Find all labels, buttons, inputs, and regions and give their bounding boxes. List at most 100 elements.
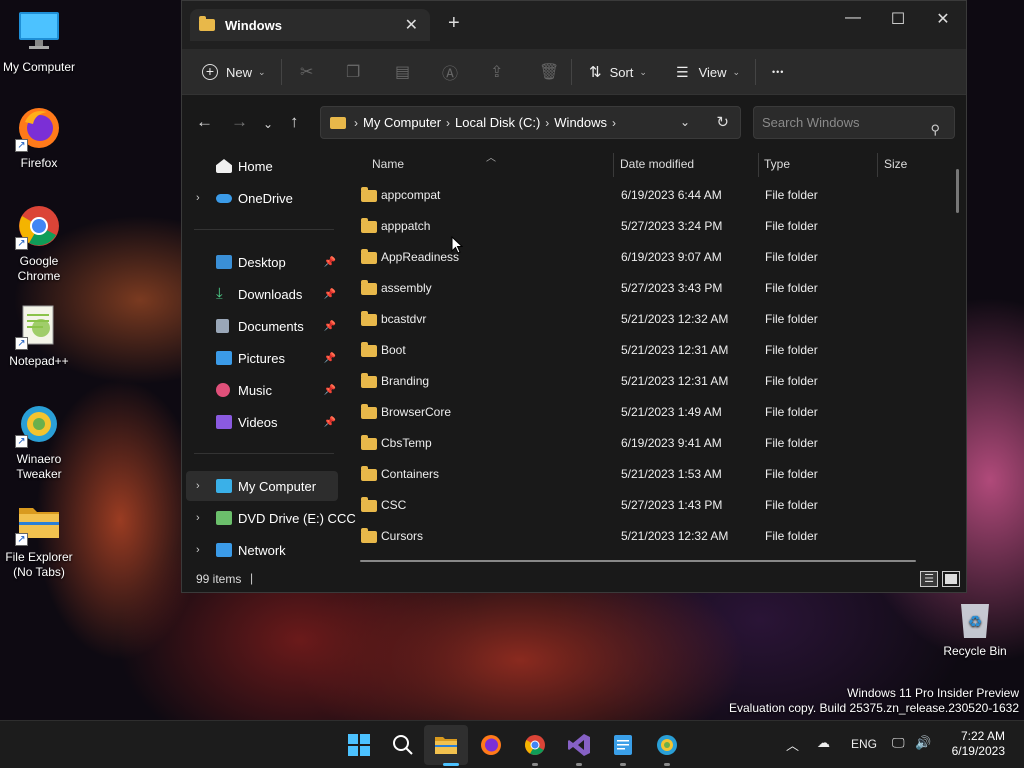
table-row[interactable]: CbsTemp 6/19/2023 9:41 AM File folder	[350, 428, 940, 459]
rename-icon[interactable]: Ⓐ	[442, 61, 458, 83]
search-box[interactable]: Search Windows ⚲	[753, 106, 955, 139]
taskbar-file-explorer[interactable]	[434, 733, 458, 757]
start-button[interactable]	[347, 733, 371, 757]
nav-item-downloads[interactable]: ⤓ Downloads 📌	[186, 279, 338, 309]
maximize-button[interactable]: ☐	[883, 9, 913, 29]
table-row[interactable]: Branding 5/21/2023 12:31 AM File folder	[350, 366, 940, 397]
column-divider[interactable]	[613, 153, 614, 177]
network-icon[interactable]: 🖵	[892, 735, 905, 751]
column-header-name[interactable]: Name	[372, 149, 404, 179]
chevron-right-icon[interactable]: ›	[196, 192, 200, 204]
column-header-size[interactable]: Size	[884, 149, 907, 179]
breadcrumb-local-disk[interactable]: Local Disk (C:)	[455, 115, 540, 130]
minimize-button[interactable]: —	[838, 9, 868, 27]
new-tab-button[interactable]: +	[448, 13, 460, 33]
language-indicator[interactable]: ENG	[851, 737, 877, 751]
file-name: CSC	[381, 498, 407, 512]
file-name: Containers	[381, 467, 440, 481]
nav-item-music[interactable]: Music 📌	[186, 375, 338, 405]
view-button[interactable]: ☰ View ⌄	[676, 61, 740, 83]
taskbar-chrome[interactable]	[523, 733, 547, 757]
pin-icon[interactable]: 📌	[324, 257, 336, 268]
horizontal-scrollbar[interactable]	[360, 560, 916, 562]
table-row[interactable]: CSC 5/27/2023 1:43 PM File folder	[350, 490, 940, 521]
folder-icon	[361, 435, 377, 450]
column-divider[interactable]	[877, 153, 878, 177]
forward-arrow-icon[interactable]: →	[231, 113, 248, 131]
svg-text:♻: ♻	[968, 614, 982, 631]
chevron-right-icon[interactable]: ›	[196, 512, 200, 524]
file-name: bcastdvr	[381, 312, 427, 326]
nav-item-desktop[interactable]: Desktop 📌	[186, 247, 338, 277]
table-row[interactable]: appcompat 6/19/2023 6:44 AM File folder	[350, 180, 940, 211]
search-icon[interactable]: ⚲	[930, 114, 940, 145]
close-button[interactable]: ✕	[928, 9, 958, 29]
table-row[interactable]: assembly 5/27/2023 3:43 PM File folder	[350, 273, 940, 304]
desktop-icon-winaero-tweaker[interactable]: ↗ Winaero Tweaker	[1, 400, 77, 482]
desktop-icon-chrome[interactable]: ↗ Google Chrome	[1, 202, 77, 284]
file-date-modified: 5/27/2023 3:24 PM	[621, 219, 723, 233]
show-hidden-icons-chevron-icon[interactable]: ︿	[786, 735, 799, 754]
desktop-icon-notepad-plus-plus[interactable]: ↗ Notepad++	[1, 302, 77, 369]
column-divider[interactable]	[758, 153, 759, 177]
address-dropdown-icon[interactable]: ⌄	[680, 115, 690, 129]
recent-locations-icon[interactable]: ⌄	[263, 115, 273, 133]
table-row[interactable]: Boot 5/21/2023 12:31 AM File folder	[350, 335, 940, 366]
breadcrumb-windows[interactable]: Windows	[554, 115, 607, 130]
desktop-icon-file-explorer-no-tabs[interactable]: ↗ File Explorer (No Tabs)	[1, 498, 77, 580]
see-more-button[interactable]: •••	[772, 61, 784, 83]
pin-icon[interactable]: 📌	[324, 353, 336, 364]
nav-item-pictures[interactable]: Pictures 📌	[186, 343, 338, 373]
nav-item-network[interactable]: › Network	[186, 535, 338, 565]
delete-icon[interactable]: 🗑	[539, 61, 559, 83]
desktop-icon-my-computer[interactable]: My Computer	[1, 8, 77, 75]
pin-icon[interactable]: 📌	[324, 321, 336, 332]
chevron-right-icon[interactable]: ›	[196, 544, 200, 556]
vertical-scrollbar[interactable]	[956, 169, 959, 213]
nav-item-home[interactable]: Home	[186, 151, 338, 181]
breadcrumb-my-computer[interactable]: My Computer	[363, 115, 441, 130]
new-button[interactable]: + New ⌄	[202, 61, 266, 83]
back-arrow-icon[interactable]: ←	[196, 113, 213, 131]
copy-icon[interactable]: ❐	[346, 61, 360, 83]
nav-item-onedrive[interactable]: › OneDrive	[186, 183, 338, 213]
taskbar-visual-studio[interactable]	[567, 733, 591, 757]
column-header-date-modified[interactable]: Date modified	[620, 149, 694, 179]
desktop-icon-recycle-bin[interactable]: ♻ Recycle Bin	[942, 598, 1008, 658]
address-bar[interactable]: › My Computer › Local Disk (C:) › Window…	[320, 106, 741, 139]
details-view-button[interactable]: ☰	[920, 571, 938, 587]
table-row[interactable]: Cursors 5/21/2023 12:32 AM File folder	[350, 521, 940, 552]
folder-icon	[361, 280, 377, 295]
sort-button[interactable]: ⇅ Sort ⌄	[589, 61, 647, 83]
taskbar-notepad[interactable]	[611, 733, 635, 757]
large-icons-view-button[interactable]	[942, 571, 960, 587]
volume-icon[interactable]: 🔊	[915, 735, 931, 751]
desktop-icon-firefox[interactable]: ↗ Firefox	[1, 104, 77, 171]
search-button[interactable]	[391, 733, 415, 757]
nav-item-my-computer[interactable]: › My Computer	[186, 471, 338, 501]
nav-item-documents[interactable]: Documents 📌	[186, 311, 338, 341]
pin-icon[interactable]: 📌	[324, 385, 336, 396]
clock[interactable]: 7:22 AM 6/19/2023	[952, 729, 1005, 759]
paste-icon[interactable]: ▤	[395, 61, 410, 83]
refresh-icon[interactable]: ↻	[716, 113, 729, 131]
table-row[interactable]: bcastdvr 5/21/2023 12:32 AM File folder	[350, 304, 940, 335]
table-row[interactable]: apppatch 5/27/2023 3:24 PM File folder	[350, 211, 940, 242]
share-icon[interactable]: ⇪	[490, 61, 503, 83]
table-row[interactable]: BrowserCore 5/21/2023 1:49 AM File folder	[350, 397, 940, 428]
table-row[interactable]: Containers 5/21/2023 1:53 AM File folder	[350, 459, 940, 490]
nav-item-dvd-drive[interactable]: › DVD Drive (E:) CCC	[186, 503, 356, 533]
nav-item-videos[interactable]: Videos 📌	[186, 407, 338, 437]
pin-icon[interactable]: 📌	[324, 417, 336, 428]
chevron-right-icon[interactable]: ›	[196, 480, 200, 492]
column-header-type[interactable]: Type	[764, 149, 790, 179]
taskbar-firefox[interactable]	[479, 733, 503, 757]
table-row[interactable]: AppReadiness 6/19/2023 9:07 AM File folder	[350, 242, 940, 273]
tab-windows[interactable]: Windows ✕	[190, 9, 430, 41]
tab-close-icon[interactable]: ✕	[405, 15, 418, 35]
pin-icon[interactable]: 📌	[324, 289, 336, 300]
network-disconnected-icon[interactable]: ☁	[817, 735, 830, 751]
cut-icon[interactable]: ✂	[300, 61, 313, 83]
taskbar-winaero-tweaker[interactable]	[655, 733, 679, 757]
up-arrow-icon[interactable]: ↑	[290, 113, 299, 131]
